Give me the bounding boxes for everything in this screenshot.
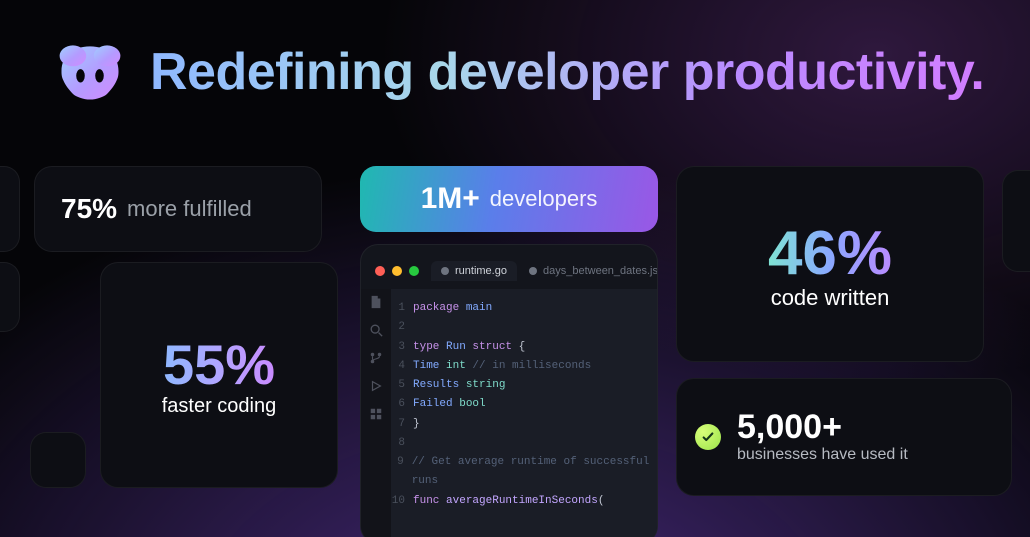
- code-line-content: type Run struct {: [413, 338, 525, 357]
- files-icon: [369, 295, 383, 309]
- code-line-content: func averageRuntimeInSeconds(: [413, 492, 604, 511]
- stat-card-businesses: 5,000+ businesses have used it: [676, 378, 1012, 496]
- code-line-content: Time int // in milliseconds: [413, 357, 591, 376]
- line-number: 6: [391, 395, 413, 414]
- stat-label: businesses have used it: [737, 446, 908, 464]
- close-dot-icon: [375, 266, 385, 276]
- line-number: 9: [391, 453, 412, 492]
- stat-card-code-written: 46% code written: [676, 166, 984, 362]
- stat-card-faster: 55% faster coding: [100, 262, 338, 488]
- line-number: 8: [391, 434, 413, 453]
- stat-value: 5,000+: [737, 410, 908, 446]
- code-line: 6 Failed bool: [391, 395, 657, 414]
- stat-card-developers: 1M+ developers: [360, 166, 658, 232]
- code-line: 10func averageRuntimeInSeconds(: [391, 492, 657, 511]
- line-number: 10: [391, 492, 413, 511]
- code-line: 2: [391, 318, 657, 337]
- editor-tab[interactable]: runtime.go: [431, 261, 517, 281]
- editor-activity-bar: [361, 289, 391, 537]
- editor-code-area: 1package main23type Run struct {4 Time i…: [391, 289, 657, 537]
- stat-label: developers: [490, 186, 598, 212]
- code-line: 3type Run struct {: [391, 338, 657, 357]
- editor-tab[interactable]: days_between_dates.js: [519, 261, 658, 281]
- decorative-card: [0, 166, 20, 252]
- line-number: 7: [391, 415, 413, 434]
- code-line: 1package main: [391, 299, 657, 318]
- file-type-icon: [441, 267, 449, 275]
- stat-value: 75%: [61, 193, 117, 225]
- code-line-content: Results string: [413, 376, 505, 395]
- search-icon: [369, 323, 383, 337]
- branch-icon: [369, 351, 383, 365]
- code-line: 4 Time int // in milliseconds: [391, 357, 657, 376]
- window-traffic-lights: [375, 266, 419, 276]
- extensions-icon: [369, 407, 383, 421]
- editor-tabs: runtime.go days_between_dates.js: [431, 261, 658, 281]
- code-editor-card: runtime.go days_between_dates.js 1package…: [360, 244, 658, 537]
- code-line: 7}: [391, 415, 657, 434]
- stat-label: code written: [771, 285, 890, 311]
- debug-icon: [369, 379, 383, 393]
- stat-label: more fulfilled: [127, 196, 252, 222]
- stat-value: 46%: [768, 218, 892, 289]
- editor-tab-label: days_between_dates.js: [543, 265, 658, 277]
- code-line-content: }: [413, 415, 420, 434]
- editor-titlebar: runtime.go days_between_dates.js: [361, 257, 657, 289]
- line-number: 2: [391, 318, 413, 337]
- code-line: 9// Get average runtime of successful ru…: [391, 453, 657, 492]
- decorative-card: [0, 262, 20, 332]
- decorative-card: [1002, 170, 1030, 272]
- line-number: 3: [391, 338, 413, 357]
- header: Redefining developer productivity.: [0, 0, 1030, 104]
- stat-label: faster coding: [162, 395, 277, 418]
- page-title: Redefining developer productivity.: [150, 42, 984, 102]
- code-line-content: package main: [413, 299, 492, 318]
- maximize-dot-icon: [409, 266, 419, 276]
- minimize-dot-icon: [392, 266, 402, 276]
- line-number: 5: [391, 376, 413, 395]
- editor-tab-label: runtime.go: [455, 265, 507, 277]
- stat-value: 55%: [163, 332, 275, 397]
- code-line-content: Failed bool: [413, 395, 486, 414]
- code-line-content: // Get average runtime of successful run…: [412, 453, 657, 492]
- stat-value: 1M+: [421, 182, 480, 216]
- file-type-icon: [529, 267, 537, 275]
- code-line: 8: [391, 434, 657, 453]
- code-line: 5 Results string: [391, 376, 657, 395]
- checkmark-badge-icon: [695, 424, 721, 450]
- line-number: 1: [391, 299, 413, 318]
- copilot-logo-icon: [52, 40, 128, 104]
- stat-card-fulfilled: 75% more fulfilled: [34, 166, 322, 252]
- decorative-card: [30, 432, 86, 488]
- line-number: 4: [391, 357, 413, 376]
- stat-text: 5,000+ businesses have used it: [737, 410, 908, 464]
